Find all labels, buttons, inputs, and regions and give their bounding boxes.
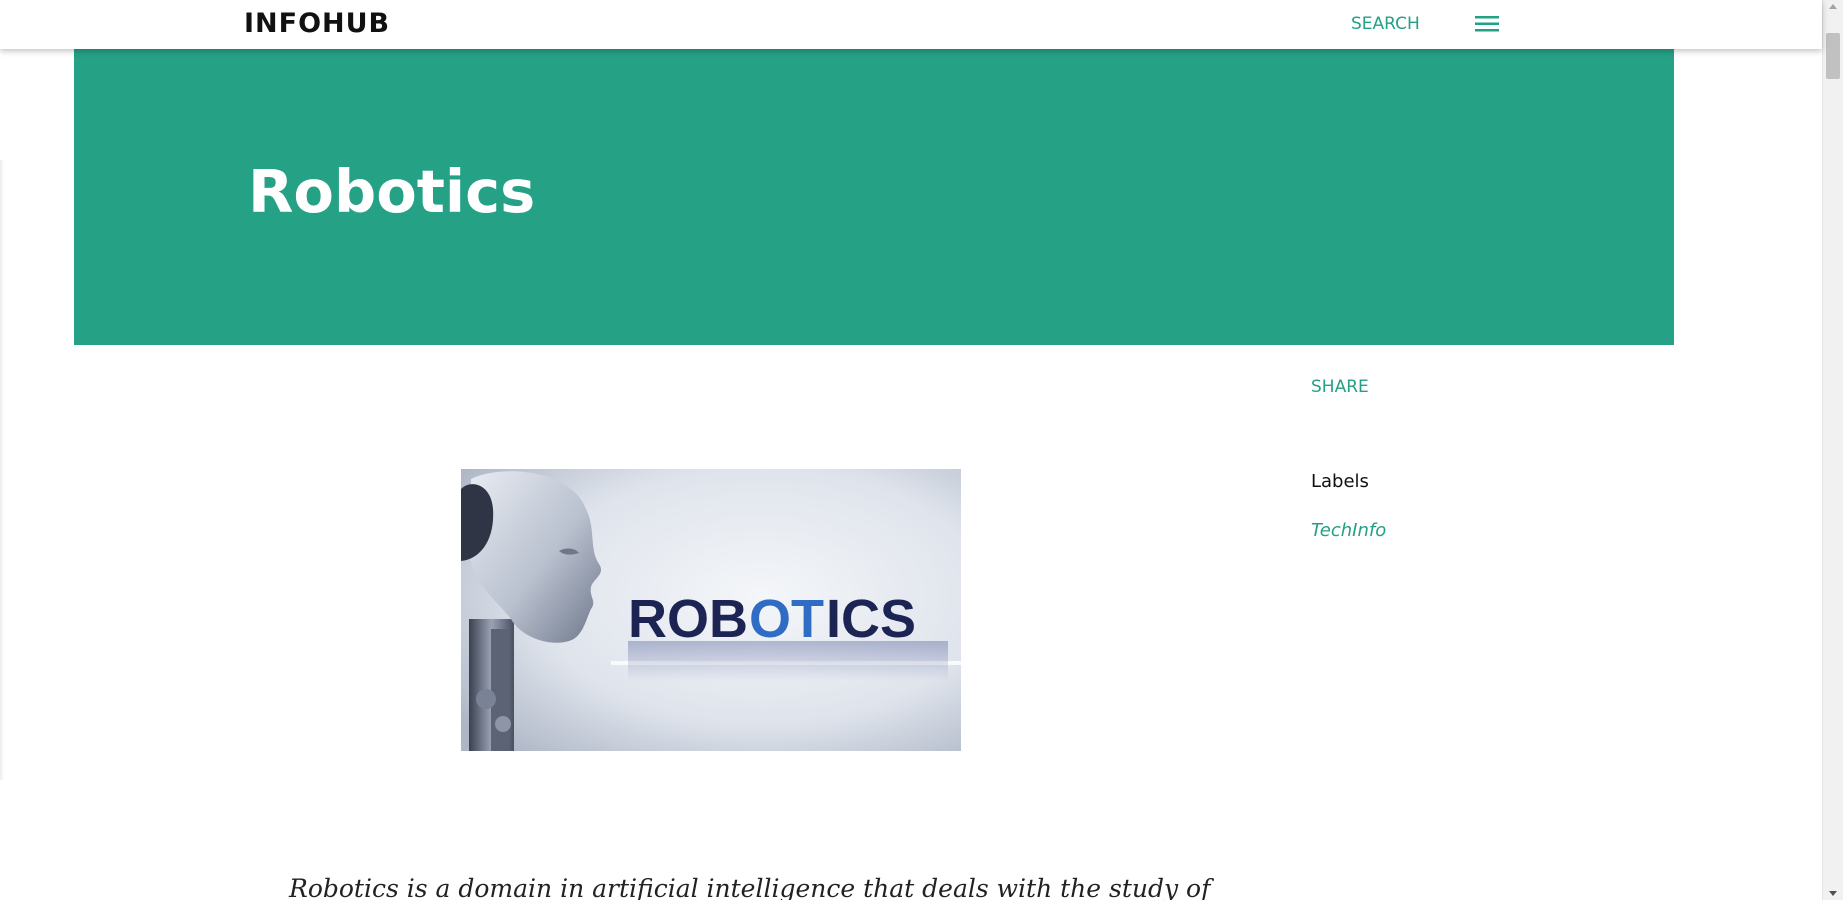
page: INFOHUB SEARCH Robotics SHARE Labels Tec… — [0, 0, 1843, 900]
scroll-up-arrow-icon[interactable] — [1829, 4, 1837, 9]
post-title: Robotics — [248, 157, 536, 226]
site-brand-logo[interactable]: INFOHUB — [244, 8, 390, 39]
edge-shadow — [0, 160, 4, 780]
scroll-down-arrow-icon[interactable] — [1829, 891, 1837, 896]
vertical-scrollbar[interactable] — [1822, 0, 1843, 900]
svg-text:ROB: ROB — [628, 589, 748, 649]
scrollbar-thumb[interactable] — [1826, 33, 1840, 79]
share-button[interactable]: SHARE — [1311, 377, 1369, 397]
svg-text:OT: OT — [749, 589, 824, 649]
post-featured-image[interactable]: ROB OT ICS — [461, 469, 961, 751]
top-header-bar: INFOHUB SEARCH — [0, 0, 1822, 49]
label-link-techinfo[interactable]: TechInfo — [1311, 520, 1386, 541]
search-button[interactable]: SEARCH — [1351, 14, 1420, 34]
labels-heading: Labels — [1311, 471, 1369, 492]
post-hero-banner: Robotics — [74, 49, 1674, 345]
post-excerpt: Robotics is a domain in artificial intel… — [289, 874, 1211, 900]
svg-text:ICS: ICS — [826, 589, 916, 649]
hamburger-menu-icon[interactable] — [1475, 15, 1501, 33]
